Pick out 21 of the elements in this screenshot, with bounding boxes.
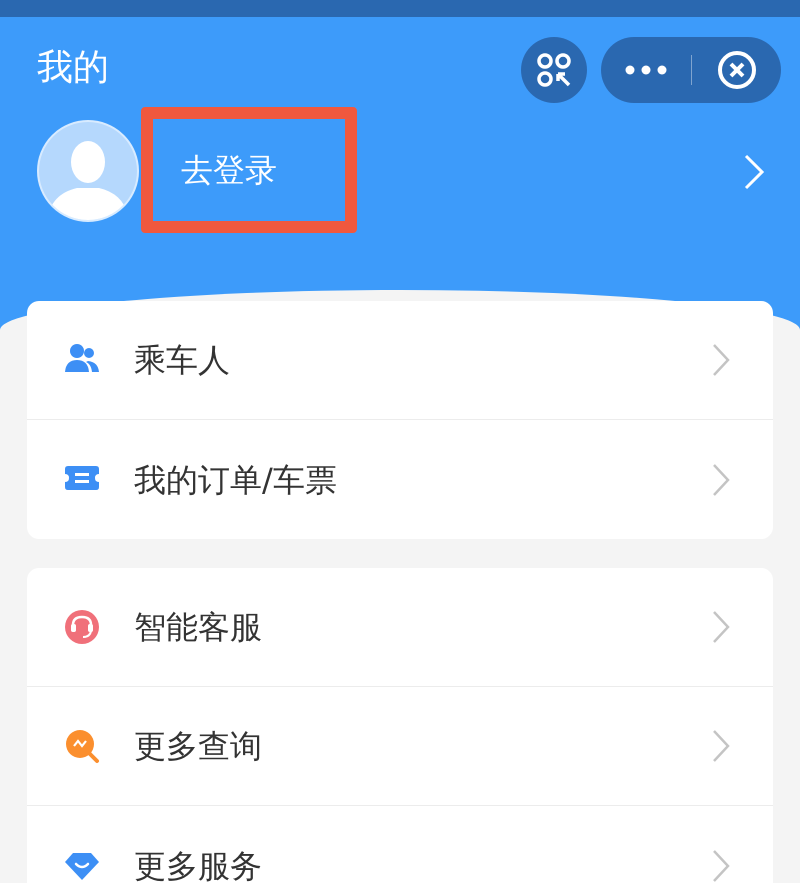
page-title: 我的 bbox=[37, 50, 109, 86]
avatar-icon bbox=[37, 120, 139, 222]
menu-label: 智能客服 bbox=[134, 607, 263, 648]
chevron-right-icon bbox=[711, 462, 731, 496]
menu-item[interactable]: 智能客服 bbox=[27, 568, 773, 687]
close-icon bbox=[716, 50, 756, 90]
chevron-right-icon bbox=[711, 729, 731, 763]
circles-arrow-icon bbox=[536, 52, 572, 88]
menu-item[interactable]: 我的订单/车票 bbox=[27, 420, 773, 539]
menu-label: 更多查询 bbox=[134, 726, 263, 767]
menu-label: 乘车人 bbox=[134, 340, 231, 381]
menu-item[interactable]: 更多查询 bbox=[27, 687, 773, 806]
menu-label: 我的订单/车票 bbox=[134, 460, 338, 500]
chevron-right-icon[interactable] bbox=[743, 154, 765, 190]
chevron-right-icon bbox=[711, 610, 731, 644]
menu-item[interactable]: 更多服务 bbox=[27, 806, 773, 883]
more-icon bbox=[625, 65, 667, 75]
menu-label: 更多服务 bbox=[134, 846, 263, 883]
chevron-right-icon bbox=[711, 848, 731, 882]
chevron-right-icon bbox=[711, 343, 731, 377]
menu-item[interactable]: 乘车人 bbox=[27, 301, 773, 420]
